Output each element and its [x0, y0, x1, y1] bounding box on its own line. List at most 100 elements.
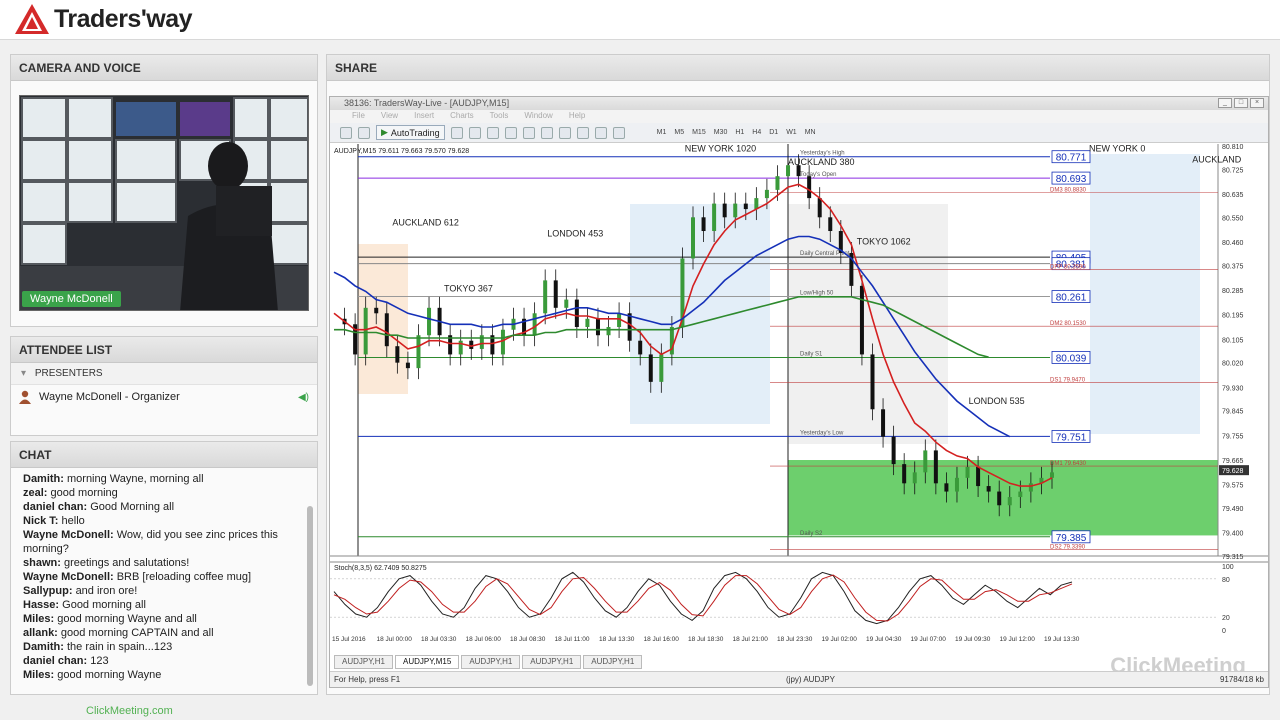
chart-tab[interactable]: AUDJPY,M15 [394, 655, 460, 669]
attendee-row[interactable]: Wayne McDonell - Organizer ◀) [11, 385, 317, 409]
candle-body [965, 466, 970, 478]
menu-item-help[interactable]: Help [569, 111, 585, 122]
candle-body [638, 340, 643, 355]
current-price-label: 79.628 [1222, 468, 1244, 475]
chat-message: Wayne McDonell: Wow, did you see zinc pr… [23, 528, 305, 556]
shared-screen-mt4[interactable]: 38136: TradersWay-Live - [AUDJPY,M15] _ … [329, 96, 1269, 688]
camera-video[interactable]: Wayne McDonell [19, 95, 309, 311]
x-tick-label: 19 Jul 07:00 [911, 636, 947, 643]
chart-tab[interactable]: AUDJPY,H1 [583, 655, 643, 669]
level-label: 79.751 [1056, 432, 1087, 443]
camera-panel: CAMERA AND VOICE Wayne McDonell [10, 54, 318, 327]
bar-chart-icon[interactable] [522, 126, 535, 139]
maximize-button[interactable]: □ [1234, 98, 1248, 108]
y-tick-label: 79.400 [1222, 531, 1244, 538]
timeframe-m5[interactable]: M5 [672, 129, 686, 136]
session-label: LONDON 535 [969, 396, 1025, 406]
menu-item-window[interactable]: Window [524, 111, 552, 122]
pivot-label: DS2 79.3390 [1050, 544, 1086, 550]
timeframe-d1[interactable]: D1 [767, 129, 780, 136]
menu-item-insert[interactable]: Insert [414, 111, 434, 122]
chat-scrollbar[interactable] [307, 506, 313, 686]
y-tick-label: 80.285 [1222, 288, 1244, 295]
level-note: Today's Open [800, 172, 837, 178]
y-tick-label: 80.375 [1222, 263, 1244, 270]
close-button[interactable]: × [1250, 98, 1264, 108]
zoom-in-icon[interactable] [558, 126, 571, 139]
timeframe-mn[interactable]: MN [803, 129, 818, 136]
candle-body [543, 280, 548, 314]
menu-item-charts[interactable]: Charts [450, 111, 474, 122]
candle-body [997, 491, 1002, 506]
chart-tab[interactable]: AUDJPY,H1 [334, 655, 393, 669]
level-label: 80.693 [1056, 174, 1087, 185]
chat-message: Damith: morning Wayne, morning all [23, 472, 305, 486]
candle-chart-icon[interactable] [540, 126, 553, 139]
candle-body [764, 189, 769, 199]
x-tick-label: 18 Jul 18:30 [688, 636, 724, 643]
attendee-panel: ATTENDEE LIST ▾ PRESENTERS Wayne McDonel… [10, 336, 318, 436]
clickmeeting-link[interactable]: ClickMeeting.com [86, 705, 173, 717]
candle-body [754, 198, 759, 210]
line-tool-icon[interactable] [486, 126, 499, 139]
new-order-icon[interactable] [340, 126, 352, 139]
timeframe-m1[interactable]: M1 [655, 129, 669, 136]
session-label: TOKYO 1062 [857, 237, 911, 247]
chat-text: hello [61, 515, 85, 527]
chat-message: zeal: good morning [23, 486, 305, 500]
camera-panel-title: CAMERA AND VOICE [11, 55, 317, 81]
zoom-out-icon[interactable] [576, 126, 589, 139]
x-tick-label: 18 Jul 21:00 [733, 636, 769, 643]
chat-text: Good morning all [62, 599, 146, 611]
candle-body [405, 362, 410, 369]
candle-body [817, 198, 822, 218]
presenters-group[interactable]: ▾ PRESENTERS [11, 363, 317, 385]
y-tick-label: 80.105 [1222, 337, 1244, 344]
y-tick-label: 79.490 [1222, 506, 1244, 513]
chart-tab[interactable]: AUDJPY,H1 [522, 655, 582, 669]
mt4-menu-bar: File View Insert Charts Tools Window Help [330, 110, 1268, 123]
autotrading-button[interactable]: ▶ AutoTrading [376, 125, 445, 140]
timeframe-m15[interactable]: M15 [690, 129, 708, 136]
profiles-icon[interactable] [358, 126, 370, 139]
menu-item-view[interactable]: View [381, 111, 398, 122]
timeframe-m30[interactable]: M30 [712, 129, 730, 136]
chat-message: Nick T: hello [23, 514, 305, 528]
price-chart-area[interactable]: 80.771 Yesterday's High 80.693 Today's Open… [330, 143, 1268, 644]
menu-item-file[interactable]: File [352, 111, 365, 122]
speaker-icon[interactable]: ◀) [298, 392, 309, 403]
candle-body [954, 477, 959, 492]
periods-icon[interactable] [612, 126, 625, 139]
candle-body [374, 307, 379, 314]
x-tick-label: 18 Jul 03:30 [421, 636, 457, 643]
candle-body [701, 217, 706, 232]
chart-svg[interactable]: 80.771 Yesterday's High 80.693 Today's Open… [330, 143, 1268, 644]
x-tick-label: 18 Jul 11:00 [555, 636, 590, 643]
mt4-title-bar: 38136: TradersWay-Live - [AUDJPY,M15] _ … [330, 97, 1268, 110]
cursor-icon[interactable] [450, 126, 463, 139]
minimize-button[interactable]: _ [1218, 98, 1232, 108]
chat-text: and iron ore! [75, 585, 138, 597]
crosshair-icon[interactable] [468, 126, 481, 139]
text-tool-icon[interactable] [504, 126, 517, 139]
x-tick-label: 18 Jul 23:30 [777, 636, 813, 643]
chat-panel-title: CHAT [11, 442, 317, 468]
candle-body [733, 203, 738, 218]
person-icon [19, 390, 31, 404]
timeframe-w1[interactable]: W1 [784, 129, 799, 136]
y-tick-label: 79.315 [1222, 554, 1244, 561]
timeframe-h1[interactable]: H1 [733, 129, 746, 136]
top-bar: Traders'way [0, 0, 1280, 40]
status-symbol: (jpy) AUDJPY [786, 675, 835, 684]
status-help: For Help, press F1 [334, 675, 401, 684]
x-tick-label: 18 Jul 16:00 [644, 636, 680, 643]
candle-body [712, 203, 717, 232]
stoch-tick-label: 80 [1222, 577, 1230, 584]
y-tick-label: 80.460 [1222, 240, 1244, 247]
candle-body [1018, 491, 1023, 498]
candle-body [1007, 497, 1012, 506]
indicators-icon[interactable] [594, 126, 607, 139]
chart-tab[interactable]: AUDJPY,H1 [461, 655, 521, 669]
timeframe-h4[interactable]: H4 [750, 129, 763, 136]
menu-item-tools[interactable]: Tools [490, 111, 509, 122]
